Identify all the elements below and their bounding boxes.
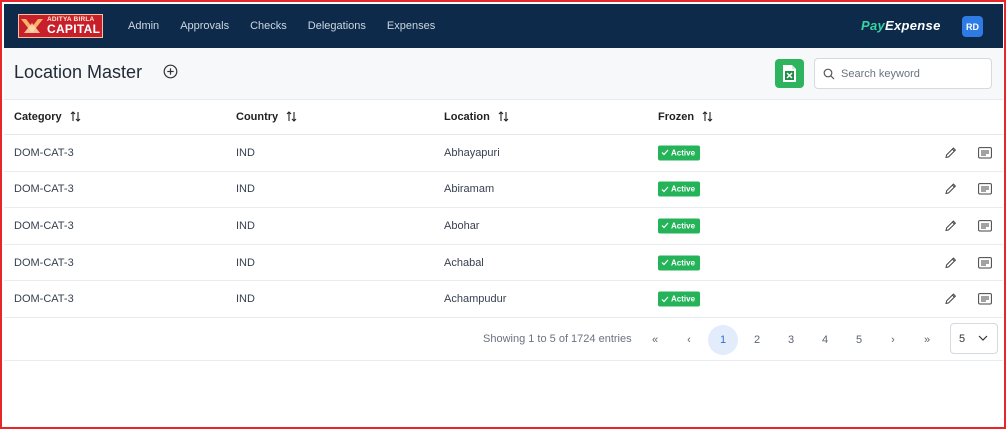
edit-pencil-icon[interactable]	[944, 293, 957, 306]
logo-sun-icon	[19, 15, 45, 37]
top-nav: ADITYA BIRLA CAPITAL Admin Approvals Che…	[4, 4, 1003, 48]
table-row: DOM-CAT-3 IND Achabal Active	[4, 245, 1003, 282]
cell-category: DOM-CAT-3	[14, 219, 74, 232]
pagination-bar: Showing 1 to 5 of 1724 entries « ‹ 1 2 3…	[4, 317, 1003, 361]
add-circle-icon[interactable]	[163, 64, 178, 79]
check-icon	[661, 259, 669, 266]
page-button-4[interactable]: 4	[810, 325, 840, 355]
page-size-select[interactable]: 5	[950, 323, 998, 354]
prev-page-button[interactable]: ‹	[674, 325, 704, 355]
cell-category: DOM-CAT-3	[14, 183, 74, 196]
page-button-5[interactable]: 5	[844, 325, 874, 355]
sort-icon[interactable]	[286, 111, 297, 122]
cell-location: Achampudur	[444, 293, 507, 306]
cell-location: Abhayapuri	[444, 146, 500, 159]
table-row: DOM-CAT-3 IND Abohar Active	[4, 208, 1003, 245]
chevron-down-icon	[978, 335, 988, 341]
excel-export-button[interactable]	[775, 59, 804, 88]
sort-icon[interactable]	[498, 111, 509, 122]
search-icon	[823, 68, 835, 79]
cell-category: DOM-CAT-3	[14, 293, 74, 306]
sort-icon[interactable]	[702, 111, 713, 122]
cell-location: Abohar	[444, 219, 480, 232]
header-country[interactable]: Country	[236, 111, 297, 123]
payexpense-brand: PayExpense	[861, 18, 941, 33]
nav-item-checks[interactable]: Checks	[250, 20, 287, 32]
edit-pencil-icon[interactable]	[944, 219, 957, 232]
nav-item-expenses[interactable]: Expenses	[387, 20, 435, 32]
nav-item-delegations[interactable]: Delegations	[308, 20, 366, 32]
first-page-button[interactable]: «	[640, 325, 670, 355]
cell-category: DOM-CAT-3	[14, 146, 74, 159]
sort-icon[interactable]	[70, 111, 81, 122]
page-title: Location Master	[14, 62, 143, 82]
page-button-1[interactable]: 1	[708, 325, 738, 355]
edit-pencil-icon[interactable]	[944, 183, 957, 196]
table-header: Category Country Location Frozen	[4, 100, 1003, 135]
user-avatar[interactable]: RD	[962, 16, 983, 37]
check-icon	[661, 186, 669, 193]
table-row: DOM-CAT-3 IND Abiramam Active	[4, 172, 1003, 209]
cell-country: IND	[236, 183, 255, 196]
nav-links: Admin Approvals Checks Delegations Expen…	[128, 4, 435, 48]
check-icon	[661, 296, 669, 303]
nav-item-approvals[interactable]: Approvals	[180, 20, 229, 32]
entries-summary: Showing 1 to 5 of 1724 entries	[483, 333, 632, 345]
excel-icon	[783, 65, 796, 82]
header-category[interactable]: Category	[14, 111, 81, 123]
page-header: Location Master	[4, 48, 1003, 100]
table-row: DOM-CAT-3 IND Achampudur Active	[4, 281, 1003, 318]
cell-country: IND	[236, 293, 255, 306]
header-location[interactable]: Location	[444, 111, 509, 123]
cell-country: IND	[236, 256, 255, 269]
comment-icon[interactable]	[978, 183, 992, 195]
company-logo[interactable]: ADITYA BIRLA CAPITAL	[18, 14, 103, 38]
cell-category: DOM-CAT-3	[14, 256, 74, 269]
check-icon	[661, 149, 669, 156]
page-button-2[interactable]: 2	[742, 325, 772, 355]
location-table: Category Country Location Frozen DOM-CAT…	[4, 100, 1003, 318]
cell-location: Abiramam	[444, 183, 495, 196]
comment-icon[interactable]	[978, 220, 992, 232]
next-page-button[interactable]: ›	[878, 325, 908, 355]
table-row: DOM-CAT-3 IND Abhayapuri Active	[4, 135, 1003, 172]
cell-country: IND	[236, 146, 255, 159]
header-frozen[interactable]: Frozen	[658, 111, 713, 123]
last-page-button[interactable]: »	[912, 325, 942, 355]
status-badge: Active	[658, 181, 701, 197]
edit-pencil-icon[interactable]	[944, 146, 957, 159]
comment-icon[interactable]	[978, 256, 992, 269]
check-icon	[661, 223, 669, 229]
comment-icon[interactable]	[978, 146, 992, 159]
search-input[interactable]	[841, 67, 981, 80]
page-button-3[interactable]: 3	[776, 325, 806, 355]
edit-pencil-icon[interactable]	[944, 256, 957, 269]
cell-country: IND	[236, 219, 255, 232]
nav-item-admin[interactable]: Admin	[128, 20, 159, 32]
comment-icon[interactable]	[978, 293, 992, 305]
logo-line2: CAPITAL	[47, 22, 101, 37]
status-badge: Active	[658, 145, 701, 161]
status-badge: Active	[658, 255, 701, 271]
search-box	[814, 58, 992, 89]
page-size-value: 5	[959, 332, 966, 345]
cell-location: Achabal	[444, 256, 484, 269]
app-frame: ADITYA BIRLA CAPITAL Admin Approvals Che…	[0, 0, 1006, 429]
status-badge: Active	[658, 218, 701, 234]
status-badge: Active	[658, 291, 701, 307]
